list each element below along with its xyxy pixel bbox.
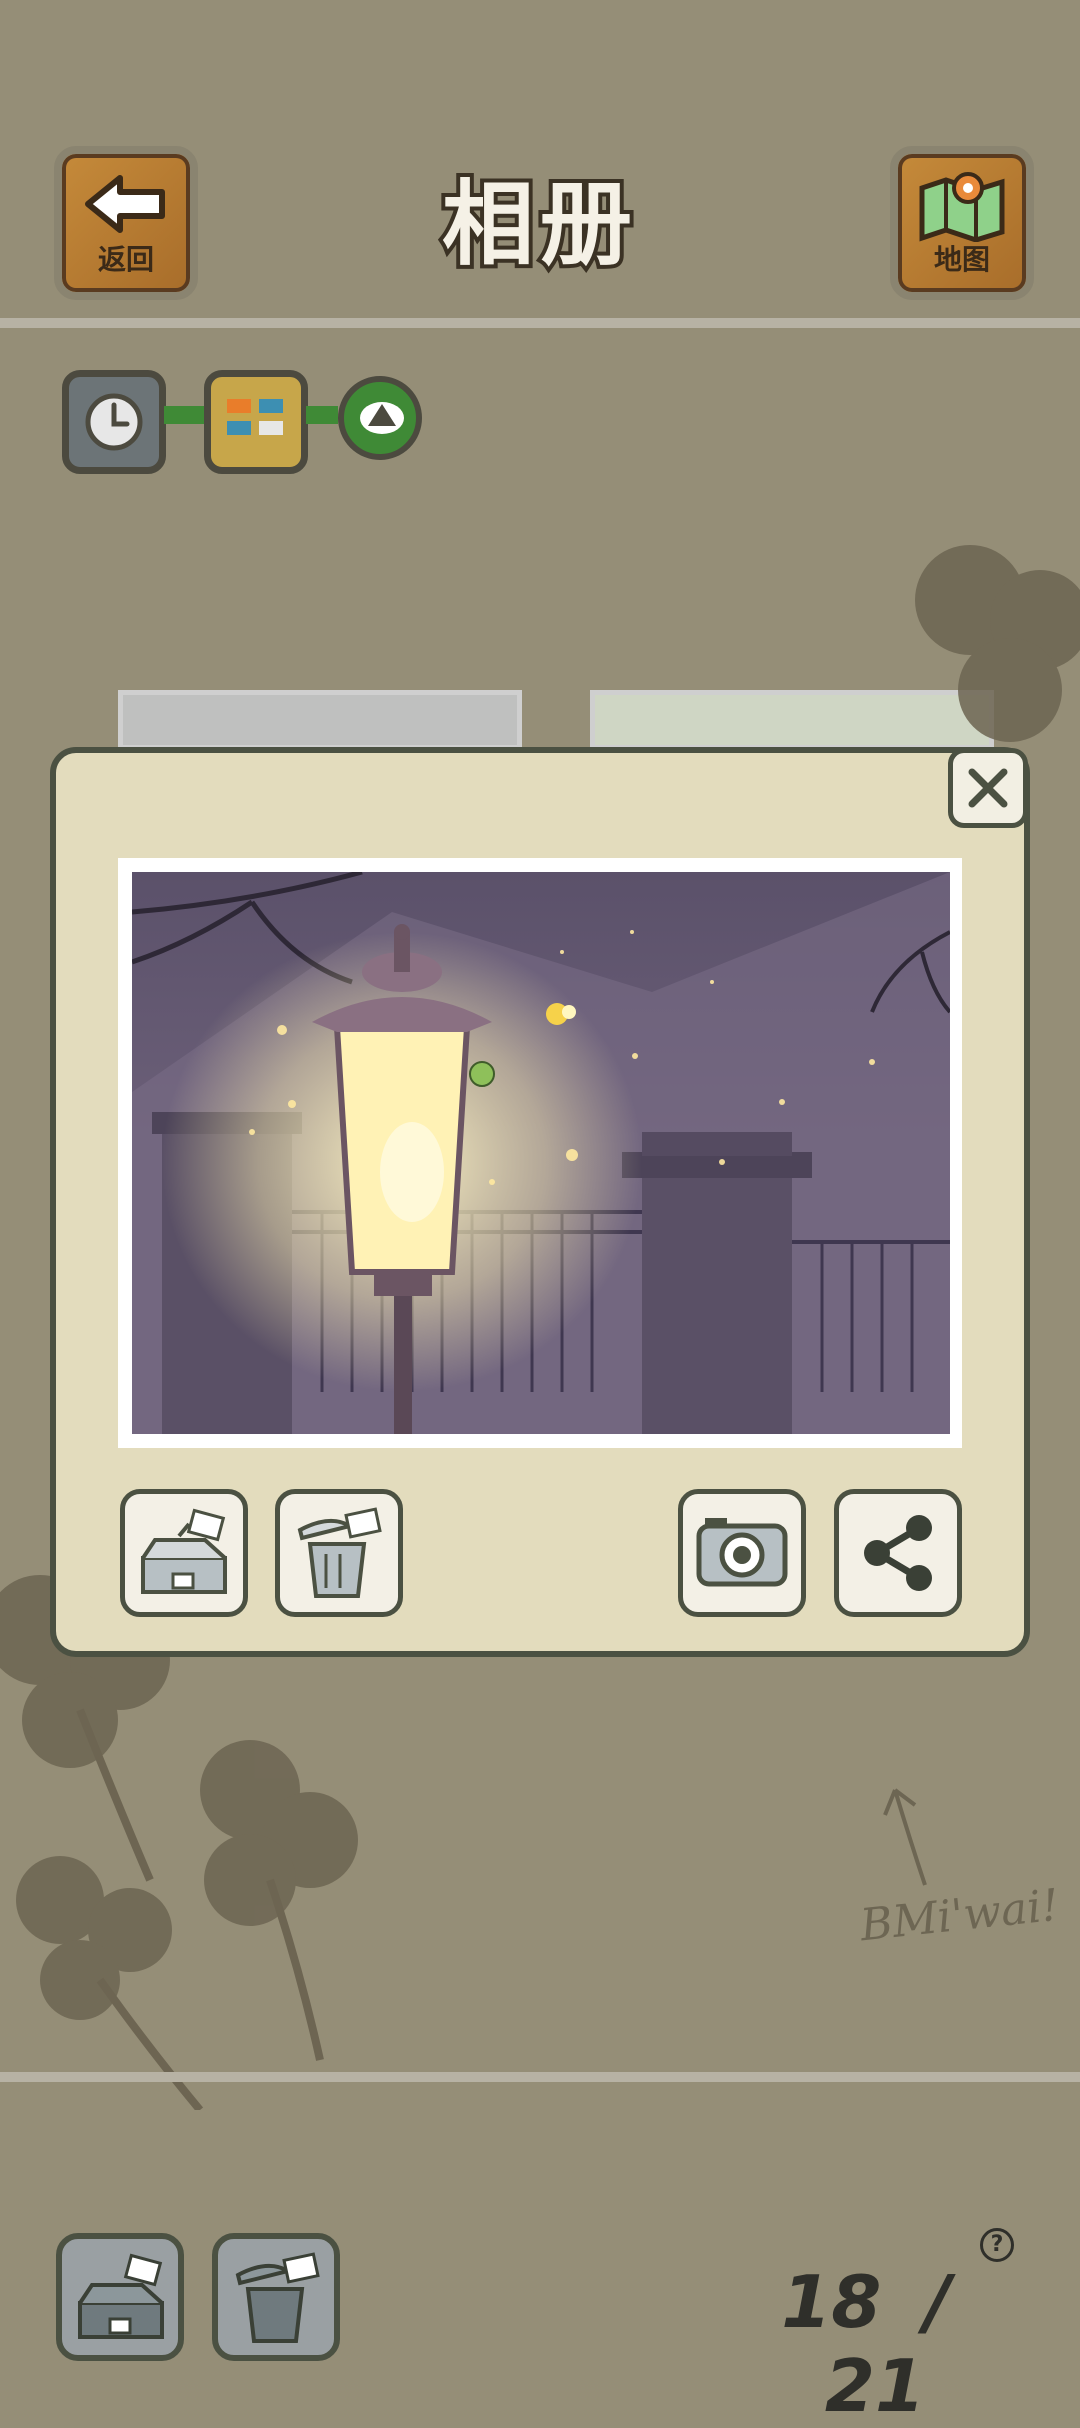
back-label: 返回 <box>97 243 154 276</box>
collapse-toggle[interactable] <box>338 376 422 460</box>
close-button[interactable] <box>948 748 1028 828</box>
close-icon <box>968 768 1008 808</box>
arrow-doodle <box>883 1788 927 1886</box>
page-title: 相册 <box>438 167 638 282</box>
camera-button[interactable] <box>678 1489 806 1617</box>
store-in-box-icon <box>78 2253 164 2339</box>
counter-separator: / <box>924 2260 951 2344</box>
current-page: 18 <box>781 2260 882 2344</box>
trash-icon <box>235 2252 320 2343</box>
help-icon[interactable]: ? <box>980 2228 1014 2262</box>
store-in-box-button[interactable] <box>120 1489 248 1617</box>
total-pages: 21 <box>824 2344 926 2428</box>
map-icon <box>919 172 1005 242</box>
toggle-connector <box>164 406 204 424</box>
back-arrow-icon <box>85 175 165 233</box>
map-button[interactable]: 地图 <box>890 146 1034 300</box>
map-label: 地图 <box>933 243 990 276</box>
collapse-icon <box>360 402 404 434</box>
back-button[interactable]: 返回 <box>54 146 198 300</box>
signature: BMi'wai! <box>857 1879 1062 1952</box>
clock-icon <box>85 393 143 451</box>
delete-button[interactable] <box>275 1489 403 1617</box>
grid-icon <box>227 399 283 435</box>
toggle-connector <box>306 406 338 424</box>
grid-view-toggle[interactable] <box>204 370 308 474</box>
clover-decoration <box>915 545 1080 742</box>
camera-icon <box>696 1518 788 1587</box>
storage-box-button[interactable] <box>56 2233 184 2361</box>
store-in-box-icon <box>141 1508 227 1594</box>
share-icon <box>864 1515 932 1591</box>
trash-bin-button[interactable] <box>212 2233 340 2361</box>
photo <box>132 872 950 1434</box>
footer-divider <box>0 2072 1080 2082</box>
trash-icon <box>297 1507 382 1598</box>
share-button[interactable] <box>834 1489 962 1617</box>
page-counter: 18 / 21 <box>740 2260 1010 2428</box>
night-lamp-illustration <box>132 872 950 1434</box>
timeline-view-toggle[interactable] <box>62 370 166 474</box>
header-divider <box>0 318 1080 328</box>
photo-thumbnail[interactable] <box>118 690 522 750</box>
